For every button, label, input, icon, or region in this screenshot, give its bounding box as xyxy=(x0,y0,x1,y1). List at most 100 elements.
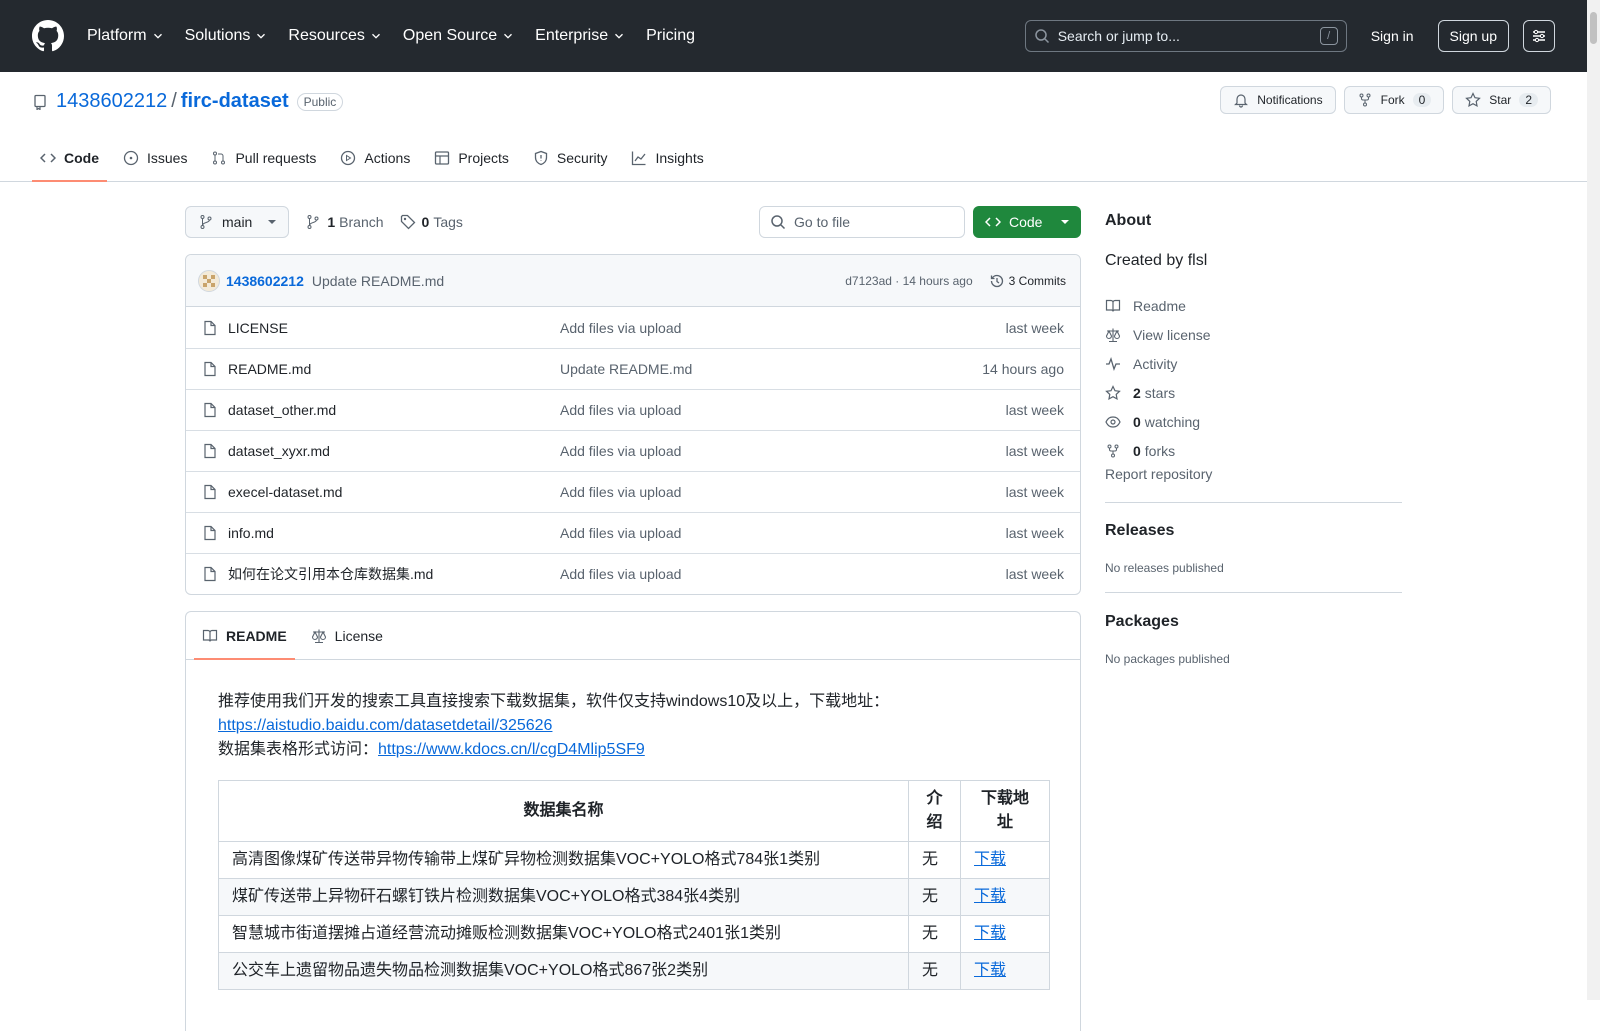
file-commit-message[interactable]: Add files via upload xyxy=(560,484,681,500)
git-branch-icon xyxy=(307,215,319,229)
github-logo-icon[interactable] xyxy=(32,20,64,52)
tab-actions[interactable]: Actions xyxy=(332,134,418,182)
sign-up-button[interactable]: Sign up xyxy=(1437,20,1509,52)
nav-pricing[interactable]: Pricing xyxy=(646,27,695,45)
file-commit-date: last week xyxy=(1005,443,1064,459)
tab-readme[interactable]: README xyxy=(194,612,295,660)
commits-count-label: 3 Commits xyxy=(1008,273,1066,288)
dataset-name-cell: 煤矿传送带上异物矸石螺钉铁片检测数据集VOC+YOLO格式384张4类别 xyxy=(218,878,909,916)
report-repository-link[interactable]: Report repository xyxy=(1105,466,1212,482)
commit-hash-time[interactable]: d7123ad · 14 hours ago xyxy=(845,274,972,288)
file-row[interactable]: LICENSE Add files via upload last week xyxy=(186,307,1080,348)
scrollbar-thumb[interactable] xyxy=(1590,12,1597,44)
download-link[interactable]: 下载 xyxy=(974,888,1006,905)
book-icon xyxy=(1105,299,1121,312)
page-scrollbar[interactable] xyxy=(1587,0,1600,1000)
commit-author-link[interactable]: 1438602212 xyxy=(226,273,304,289)
chevron-down-icon xyxy=(257,33,266,39)
readme-download-link[interactable]: https://aistudio.baidu.com/datasetdetail… xyxy=(218,717,552,734)
file-name-link[interactable]: README.md xyxy=(228,361,560,377)
dataset-name-cell: 公交车上遗留物品遗失物品检测数据集VOC+YOLO格式867张2类别 xyxy=(218,952,909,990)
branches-link[interactable]: 1 Branch xyxy=(305,214,384,230)
sidebar-item-watching[interactable]: 0 watching xyxy=(1105,407,1211,436)
download-link[interactable]: 下载 xyxy=(974,925,1006,942)
star-button[interactable]: Star 2 xyxy=(1452,86,1551,114)
sign-in-link[interactable]: Sign in xyxy=(1371,28,1414,44)
file-row[interactable]: execel-dataset.md Add files via upload l… xyxy=(186,471,1080,512)
releases-title[interactable]: Releases xyxy=(1105,522,1174,540)
table-row: 高清图像煤矿传送带异物传输带上煤矿异物检测数据集VOC+YOLO格式784张1类… xyxy=(218,841,1050,879)
file-row[interactable]: info.md Add files via upload last week xyxy=(186,512,1080,553)
sidebar-item-readme[interactable]: Readme xyxy=(1105,291,1211,320)
tab-issues[interactable]: Issues xyxy=(115,134,195,182)
search-icon xyxy=(1034,29,1049,44)
col-header-download: 下载地址 xyxy=(960,780,1050,842)
tab-license[interactable]: License xyxy=(303,612,391,659)
notifications-button[interactable]: Notifications xyxy=(1220,86,1336,114)
tab-projects-label: Projects xyxy=(458,150,509,166)
repo-owner-link[interactable]: 1438602212 xyxy=(56,90,167,113)
file-commit-message[interactable]: Add files via upload xyxy=(560,566,681,582)
avatar[interactable] xyxy=(198,269,220,292)
nav-open-source[interactable]: Open Source xyxy=(403,27,515,45)
file-name-link[interactable]: dataset_xyxr.md xyxy=(228,443,560,459)
file-commit-message[interactable]: Add files via upload xyxy=(560,443,681,459)
file-name-link[interactable]: execel-dataset.md xyxy=(228,484,560,500)
download-link[interactable]: 下载 xyxy=(974,851,1006,868)
sidebar-item-activity[interactable]: Activity xyxy=(1105,349,1211,378)
file-row[interactable]: dataset_xyxr.md Add files via upload las… xyxy=(186,430,1080,471)
sidebar-item-license[interactable]: View license xyxy=(1105,320,1211,349)
file-row[interactable]: 如何在论文引用本仓库数据集.md Add files via upload la… xyxy=(186,553,1080,594)
branch-selector[interactable]: main xyxy=(185,206,290,238)
commits-history-link[interactable]: 3 Commits xyxy=(989,273,1066,289)
fork-icon xyxy=(1107,444,1119,457)
header-menu-button[interactable] xyxy=(1523,20,1555,52)
packages-title[interactable]: Packages xyxy=(1105,613,1179,631)
tab-pull-requests[interactable]: Pull requests xyxy=(203,134,324,182)
repo-actions: Notifications Fork 0 Star 2 xyxy=(1212,86,1551,114)
nav-resources[interactable]: Resources xyxy=(288,27,382,45)
commit-message-link[interactable]: Update README.md xyxy=(312,273,444,289)
readme-table-link[interactable]: https://www.kdocs.cn/l/cgD4Mlip5SF9 xyxy=(378,741,645,758)
file-commit-message[interactable]: Add files via upload xyxy=(560,402,681,418)
tab-code-label: Code xyxy=(64,150,99,166)
nav-solutions[interactable]: Solutions xyxy=(185,27,269,45)
repo-name-link[interactable]: firc-dataset xyxy=(181,90,289,113)
global-search-input[interactable]: Search or jump to... / xyxy=(1024,20,1347,52)
sidebar-item-label: watching xyxy=(1144,413,1201,430)
tab-security[interactable]: Security xyxy=(525,134,616,182)
nav-platform[interactable]: Platform xyxy=(87,27,165,45)
table-icon xyxy=(435,151,450,165)
file-name-link[interactable]: dataset_other.md xyxy=(228,402,560,418)
go-to-file-input[interactable]: Go to file xyxy=(759,206,965,238)
caret-down-icon xyxy=(1061,220,1069,224)
file-name-link[interactable]: LICENSE xyxy=(228,320,560,336)
table-header-row: 数据集名称 介绍 下载地址 xyxy=(218,780,1050,842)
nav-enterprise[interactable]: Enterprise xyxy=(535,27,626,45)
file-row[interactable]: dataset_other.md Add files via upload la… xyxy=(186,389,1080,430)
sidebar-item-stars[interactable]: 2 stars xyxy=(1105,378,1211,407)
tab-insights[interactable]: Insights xyxy=(623,134,711,182)
file-row[interactable]: README.md Update README.md 14 hours ago xyxy=(186,348,1080,389)
file-name-link[interactable]: 如何在论文引用本仓库数据集.md xyxy=(228,564,560,584)
fork-icon xyxy=(1359,93,1371,107)
sidebar-item-label: View license xyxy=(1133,326,1211,343)
file-commit-message[interactable]: Add files via upload xyxy=(560,320,681,336)
tab-projects[interactable]: Projects xyxy=(426,134,517,182)
code-dropdown-button[interactable]: Code xyxy=(973,206,1081,238)
file-commit-message[interactable]: Update README.md xyxy=(560,361,692,377)
file-commit-date: last week xyxy=(1005,525,1064,541)
file-commit-date: last week xyxy=(1005,402,1064,418)
tags-link[interactable]: 0 Tags xyxy=(400,214,463,230)
sidebar-item-forks[interactable]: 0 forks xyxy=(1105,436,1211,465)
file-icon xyxy=(204,443,216,459)
fork-button[interactable]: Fork 0 xyxy=(1343,86,1445,114)
scale-icon xyxy=(311,629,326,643)
file-name-link[interactable]: info.md xyxy=(228,525,560,541)
file-rows: LICENSE Add files via upload last week R… xyxy=(186,307,1080,594)
table-row: 智慧城市街道摆摊占道经营流动摊贩检测数据集VOC+YOLO格式2401张1类别 … xyxy=(218,915,1050,953)
tab-code[interactable]: Code xyxy=(32,134,107,182)
star-icon xyxy=(1465,92,1482,108)
file-commit-message[interactable]: Add files via upload xyxy=(560,525,681,541)
download-link[interactable]: 下载 xyxy=(974,962,1006,979)
